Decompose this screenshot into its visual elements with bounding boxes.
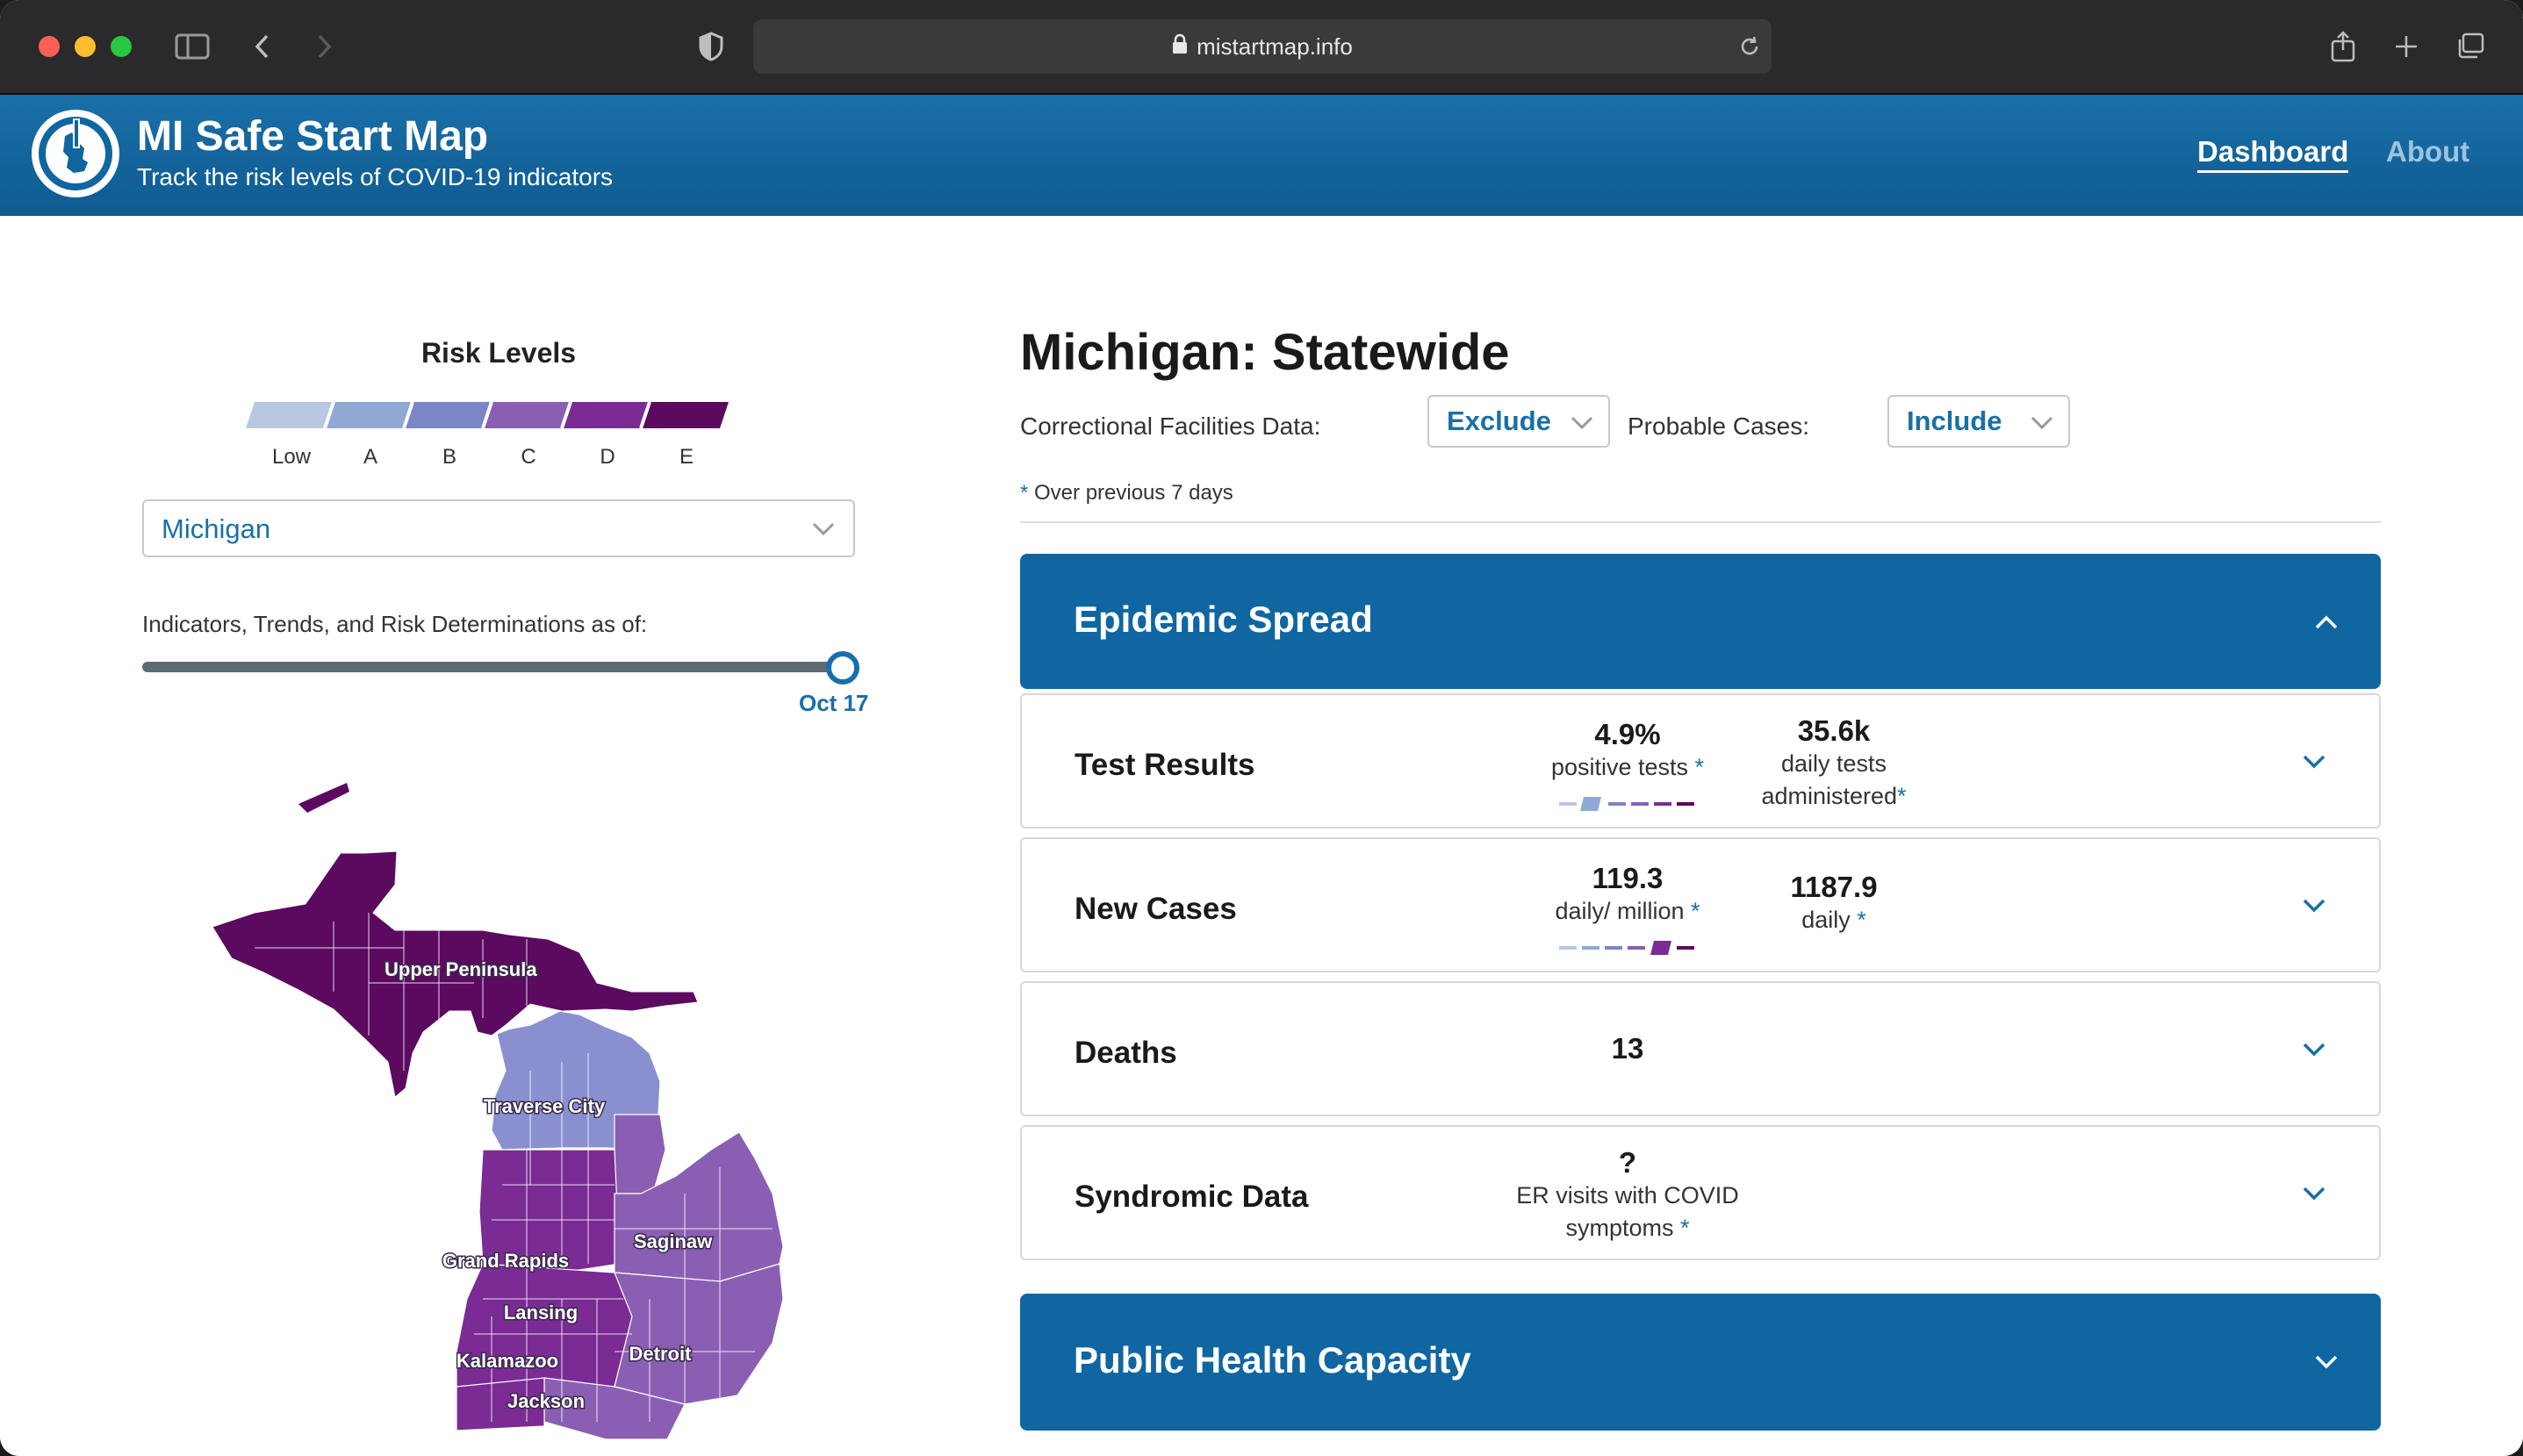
address-bar[interactable]: mistartmap.info: [753, 19, 1772, 74]
map-label-saginaw: Saginaw: [634, 1230, 713, 1252]
slider-date-label: Oct 17: [799, 690, 869, 716]
lock-icon: [1172, 33, 1188, 61]
map-label-detroit: Detroit: [629, 1343, 693, 1365]
map-label-upper-peninsula: Upper Peninsula: [385, 958, 537, 980]
risk-label-a: A: [363, 445, 377, 469]
minimize-window-button[interactable]: [75, 36, 96, 57]
new-tab-icon[interactable]: [2391, 26, 2421, 67]
map-label-kalamazoo: Kalamazoo: [456, 1350, 558, 1372]
section-title: Public Health Capacity: [1074, 1339, 1471, 1381]
syndromic-data-row[interactable]: Syndromic Data ? ER visits with COVID sy…: [1020, 1125, 2381, 1260]
divider: [1020, 521, 2381, 523]
tab-overview-icon[interactable]: [2455, 26, 2486, 67]
michigan-risk-map[interactable]: Upper Peninsula Traverse City Grand Rapi…: [193, 772, 808, 1448]
positive-tests-risk-bar: [1559, 797, 1694, 811]
map-region-detroit: [614, 1263, 784, 1405]
map-label-traverse-city: Traverse City: [484, 1095, 606, 1117]
mi-safe-start-logo-icon[interactable]: [32, 110, 119, 197]
app-title: MI Safe Start Map: [137, 113, 489, 160]
cases-risk-bar: [1559, 941, 1694, 955]
row-title: Test Results: [1075, 748, 1255, 782]
positive-tests-metric: 4.9% positive tests *: [1550, 718, 1705, 780]
map-label-jackson: Jackson: [507, 1390, 585, 1412]
correctional-filter-label: Correctional Facilities Data:: [1020, 412, 1321, 440]
chevron-down-icon[interactable]: [2302, 1185, 2326, 1202]
correctional-filter-select[interactable]: Exclude: [1427, 395, 1610, 448]
seven-day-note: * Over previous 7 days: [1020, 481, 1233, 505]
region-select-value: Michigan: [162, 513, 271, 544]
risk-swatch-e: [641, 402, 729, 428]
date-slider-track[interactable]: [142, 662, 845, 672]
cases-per-million-metric: 119.3 daily/ million *: [1555, 862, 1700, 924]
nav-dashboard-link[interactable]: Dashboard: [2197, 135, 2349, 173]
share-icon[interactable]: [2328, 26, 2358, 67]
risk-label-low: Low: [271, 445, 312, 469]
sidebar-toggle-icon[interactable]: [172, 26, 212, 67]
chevron-down-icon: [812, 522, 835, 536]
probable-filter-label: Probable Cases:: [1628, 412, 1810, 440]
risk-label-c: C: [521, 445, 536, 469]
asof-label: Indicators, Trends, and Risk Determinati…: [142, 611, 648, 637]
reload-icon[interactable]: [1735, 26, 1765, 67]
row-title: Syndromic Data: [1075, 1180, 1309, 1214]
test-results-row[interactable]: Test Results 4.9% positive tests * 35.6k…: [1020, 693, 2381, 828]
browser-window: mistartmap.info MI Safe Start Map Track …: [0, 0, 2523, 1456]
new-cases-row[interactable]: New Cases 119.3 daily/ million * 1187.9 …: [1020, 837, 2381, 972]
nav-about-link[interactable]: About: [2386, 135, 2469, 169]
back-icon[interactable]: [248, 26, 277, 67]
public-health-capacity-header[interactable]: Public Health Capacity: [1020, 1294, 2381, 1431]
er-visits-metric: ? ER visits with COVID symptoms *: [1516, 1146, 1739, 1241]
chevron-down-icon[interactable]: [2302, 1041, 2326, 1058]
risk-label-b: B: [442, 445, 456, 469]
app-subtitle: Track the risk levels of COVID-19 indica…: [137, 163, 614, 190]
close-window-button[interactable]: [39, 36, 60, 57]
risk-label-e: E: [679, 445, 694, 469]
url-text: mistartmap.info: [1197, 32, 1353, 60]
region-select[interactable]: Michigan: [142, 499, 855, 557]
page-title: Michigan: Statewide: [1020, 324, 1510, 381]
section-title: Epidemic Spread: [1074, 599, 1373, 640]
date-slider-handle[interactable]: [826, 651, 859, 685]
chevron-down-icon[interactable]: [2302, 897, 2326, 914]
map-region-northeast: [614, 1114, 666, 1194]
chevron-down-icon: [1571, 416, 1593, 430]
risk-swatch-c: [483, 402, 571, 428]
row-title: Deaths: [1075, 1036, 1177, 1070]
deaths-row[interactable]: Deaths 13: [1020, 981, 2381, 1116]
map-label-lansing: Lansing: [504, 1302, 578, 1323]
daily-cases-metric: 1187.9 daily *: [1790, 871, 1878, 933]
zoom-window-button[interactable]: [111, 36, 132, 57]
row-title: New Cases: [1075, 892, 1237, 926]
risk-swatch-low: [246, 402, 334, 428]
chevron-down-icon[interactable]: [2302, 753, 2326, 771]
risk-level-scale: [246, 402, 729, 428]
daily-tests-metric: 35.6k daily tests administered*: [1761, 714, 1907, 809]
chevron-down-icon: [2031, 416, 2053, 430]
map-label-grand-rapids: Grand Rapids: [442, 1250, 569, 1272]
map-isle-royale: [298, 783, 349, 813]
map-region-southwest: [456, 1263, 633, 1396]
risk-label-d: D: [600, 445, 615, 469]
forward-icon[interactable]: [309, 26, 339, 67]
risk-swatch-d: [562, 402, 650, 428]
chevron-down-icon[interactable]: [2314, 1353, 2339, 1371]
correctional-filter-value: Exclude: [1447, 405, 1551, 436]
risk-swatch-a: [325, 402, 413, 428]
chevron-up-icon[interactable]: [2314, 613, 2339, 631]
risk-levels-title: Risk Levels: [420, 337, 577, 369]
epidemic-spread-header[interactable]: Epidemic Spread: [1020, 554, 2381, 689]
risk-swatch-b: [404, 402, 492, 428]
browser-toolbar: mistartmap.info: [0, 0, 2523, 95]
deaths-metric: 13: [1611, 1032, 1644, 1065]
probable-filter-select[interactable]: Include: [1887, 395, 2070, 448]
probable-filter-value: Include: [1907, 405, 2002, 436]
privacy-shield-icon[interactable]: [695, 26, 727, 67]
